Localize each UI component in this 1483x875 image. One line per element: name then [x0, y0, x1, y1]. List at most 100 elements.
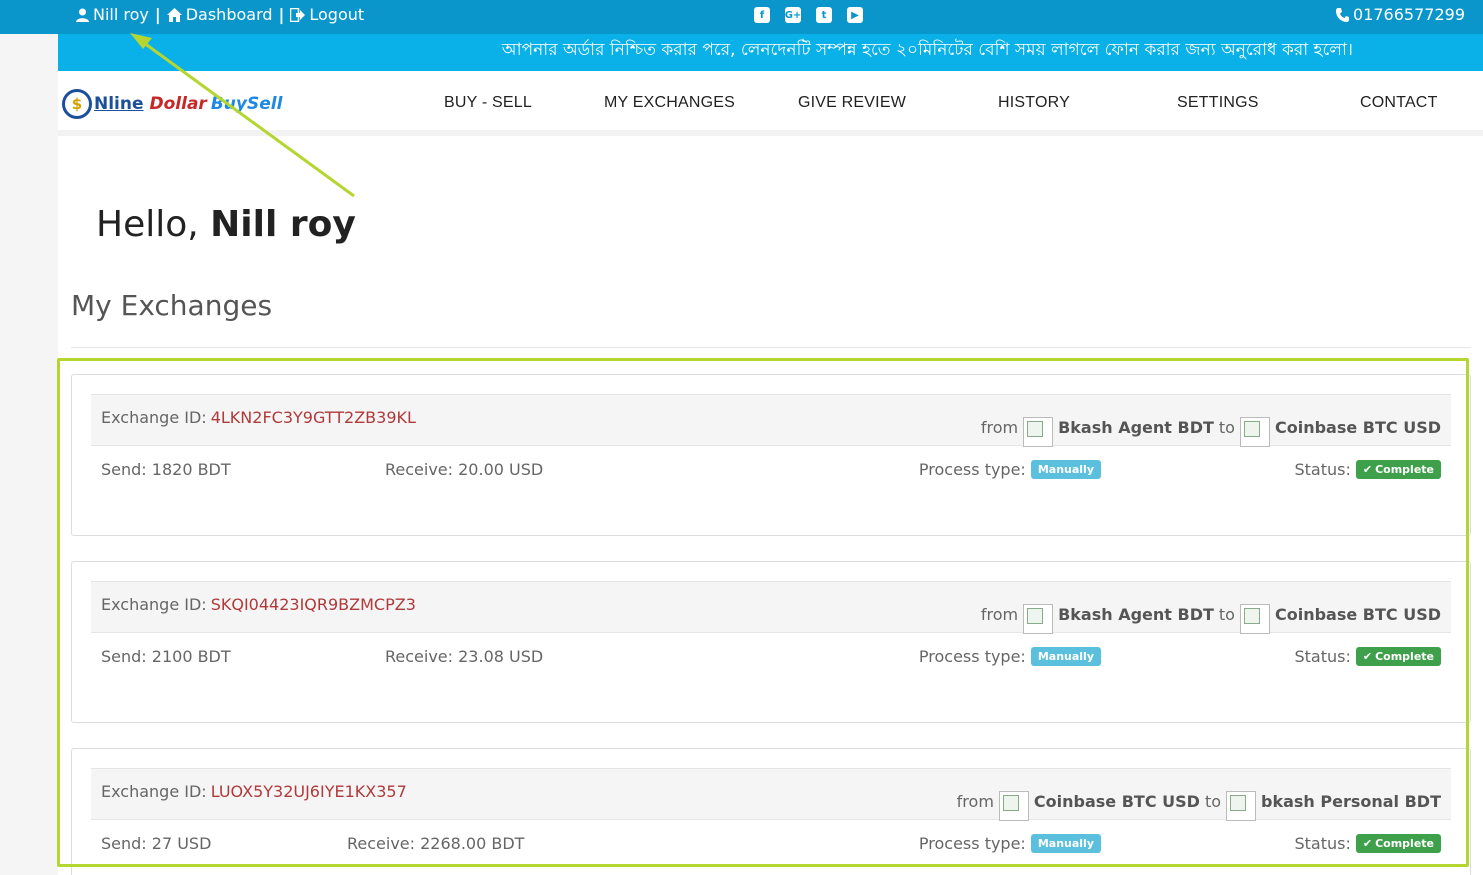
- broken-image-icon: [1023, 604, 1054, 634]
- broken-image-icon: [998, 791, 1029, 821]
- nav-menu: BUY - SELL MY EXCHANGES GIVE REVIEW HIST…: [58, 71, 1483, 136]
- process-badge: Manually: [1030, 647, 1101, 666]
- exchange-id[interactable]: LUOX5Y32UJ6IYE1KX357: [211, 782, 407, 801]
- broken-image-icon: [1239, 604, 1270, 634]
- dashboard-label: Dashboard: [185, 5, 273, 24]
- divider: [71, 347, 1471, 348]
- user-name: Nill roy: [93, 5, 149, 24]
- status-label: Status:: [1294, 834, 1351, 853]
- nav-contact[interactable]: CONTACT: [1360, 94, 1438, 112]
- nav-give-review[interactable]: GIVE REVIEW: [798, 94, 906, 112]
- facebook-icon[interactable]: f: [754, 7, 770, 23]
- exchange-card-header: Exchange ID: 4LKN2FC3Y9GTT2ZB39KL from Bk…: [91, 394, 1451, 447]
- status: Status: ✔ Complete: [1294, 460, 1441, 479]
- exchange-id-label: Exchange ID:: [101, 408, 207, 427]
- exchange-card-header: Exchange ID: LUOX5Y32UJ6IYE1KX357 from Co…: [91, 768, 1451, 821]
- exchange-card: Exchange ID: LUOX5Y32UJ6IYE1KX357 from Co…: [71, 748, 1471, 875]
- to-method: bkash Personal BDT: [1261, 791, 1441, 811]
- exchange-id-row: Exchange ID: LUOX5Y32UJ6IYE1KX357: [101, 782, 407, 801]
- separator: |: [154, 5, 161, 24]
- process-type-label: Process type:: [918, 834, 1026, 853]
- page-container: আপনার অর্ডার নিশ্চিত করার পরে, লেনদেনটি …: [58, 34, 1483, 875]
- send-amount: Send: 2100 BDT: [101, 647, 231, 666]
- exchange-id-label: Exchange ID:: [101, 782, 207, 801]
- process-badge: Manually: [1030, 834, 1101, 853]
- exchange-route: from Coinbase BTC USD to bkash Personal …: [957, 781, 1441, 821]
- status: Status: ✔ Complete: [1294, 834, 1441, 853]
- status-badge-text: Complete: [1375, 463, 1434, 476]
- from-method: Bkash Agent BDT: [1058, 604, 1214, 624]
- exchange-id-row: Exchange ID: 4LKN2FC3Y9GTT2ZB39KL: [101, 408, 416, 427]
- user-profile-link[interactable]: Nill roy: [76, 5, 149, 24]
- from-word: from: [980, 417, 1019, 437]
- logout-link[interactable]: Logout: [290, 5, 364, 24]
- status: Status: ✔ Complete: [1294, 647, 1441, 666]
- broken-image-icon: [1239, 417, 1270, 447]
- exchange-card: Exchange ID: SKQI04423IQR9BZMCPZ3 from Bk…: [71, 561, 1471, 723]
- nav-settings[interactable]: SETTINGS: [1177, 94, 1259, 112]
- phone-icon: [1336, 7, 1350, 22]
- social-links: f G+ t ▶: [754, 7, 863, 23]
- twitter-icon[interactable]: t: [816, 7, 832, 23]
- check-icon: ✔: [1362, 463, 1373, 476]
- sign-out-icon: [290, 7, 306, 22]
- main-navbar: $ Nline Dollar BuySell BUY - SELL MY EXC…: [58, 71, 1483, 142]
- nav-history[interactable]: HISTORY: [998, 94, 1070, 112]
- to-method: Coinbase BTC USD: [1274, 417, 1441, 437]
- user-links: Nill roy | Dashboard | Logout: [76, 5, 364, 24]
- status-badge: ✔ Complete: [1355, 834, 1441, 853]
- exchange-route: from Bkash Agent BDT to Coinbase BTC USD: [981, 594, 1441, 634]
- send-amount: Send: 1820 BDT: [101, 460, 231, 479]
- status-label: Status:: [1294, 647, 1351, 666]
- greeting-prefix: Hello,: [96, 204, 199, 245]
- receive-amount: Receive: 20.00 USD: [385, 460, 544, 479]
- status-badge: ✔ Complete: [1355, 460, 1441, 479]
- greeting-name: Nill roy: [210, 204, 356, 245]
- phone-contact: 01766577299: [1336, 5, 1465, 24]
- broken-image-icon: [1023, 417, 1054, 447]
- top-bar: Nill roy | Dashboard | Logout f G+ t ▶ 0…: [0, 0, 1483, 34]
- logout-label: Logout: [309, 5, 365, 24]
- status-badge-text: Complete: [1375, 650, 1434, 663]
- status-label: Status:: [1294, 460, 1351, 479]
- to-method: Coinbase BTC USD: [1274, 604, 1441, 624]
- from-word: from: [956, 791, 994, 811]
- notice-banner: আপনার অর্ডার নিশ্চিত করার পরে, লেনদেনটি …: [58, 34, 1483, 71]
- check-icon: ✔: [1362, 837, 1373, 850]
- dashboard-link[interactable]: Dashboard: [166, 5, 273, 24]
- exchange-id-label: Exchange ID:: [101, 595, 207, 614]
- from-method: Bkash Agent BDT: [1058, 417, 1214, 437]
- page-title: My Exchanges: [71, 289, 273, 322]
- send-amount: Send: 27 USD: [101, 834, 212, 853]
- exchange-card-header: Exchange ID: SKQI04423IQR9BZMCPZ3 from Bk…: [91, 581, 1451, 634]
- from-method: Coinbase BTC USD: [1033, 791, 1200, 811]
- to-word: to: [1204, 791, 1221, 811]
- google-plus-icon[interactable]: G+: [785, 7, 801, 23]
- separator: |: [278, 5, 285, 24]
- process-type: Process type: Manually: [919, 647, 1101, 666]
- phone-number: 01766577299: [1353, 5, 1465, 24]
- youtube-icon[interactable]: ▶: [847, 7, 863, 23]
- nav-buy-sell[interactable]: BUY - SELL: [444, 94, 532, 112]
- status-badge-text: Complete: [1375, 837, 1434, 850]
- nav-my-exchanges[interactable]: MY EXCHANGES: [604, 94, 735, 112]
- exchange-card: Exchange ID: 4LKN2FC3Y9GTT2ZB39KL from Bk…: [71, 374, 1471, 536]
- exchange-route: from Bkash Agent BDT to Coinbase BTC USD: [981, 407, 1441, 447]
- nav-active-indicator: [617, 136, 923, 142]
- process-type-label: Process type:: [918, 647, 1026, 666]
- process-type: Process type: Manually: [919, 834, 1101, 853]
- to-word: to: [1218, 604, 1235, 624]
- home-icon: [166, 7, 182, 22]
- to-word: to: [1218, 417, 1235, 437]
- exchange-id[interactable]: SKQI04423IQR9BZMCPZ3: [211, 595, 416, 614]
- process-type-label: Process type:: [918, 460, 1026, 479]
- status-badge: ✔ Complete: [1355, 647, 1441, 666]
- user-icon: [76, 8, 89, 22]
- check-icon: ✔: [1362, 650, 1373, 663]
- process-type: Process type: Manually: [919, 460, 1101, 479]
- exchange-id[interactable]: 4LKN2FC3Y9GTT2ZB39KL: [211, 408, 416, 427]
- receive-amount: Receive: 2268.00 BDT: [347, 834, 525, 853]
- from-word: from: [980, 604, 1019, 624]
- process-badge: Manually: [1030, 460, 1101, 479]
- exchange-id-row: Exchange ID: SKQI04423IQR9BZMCPZ3: [101, 595, 416, 614]
